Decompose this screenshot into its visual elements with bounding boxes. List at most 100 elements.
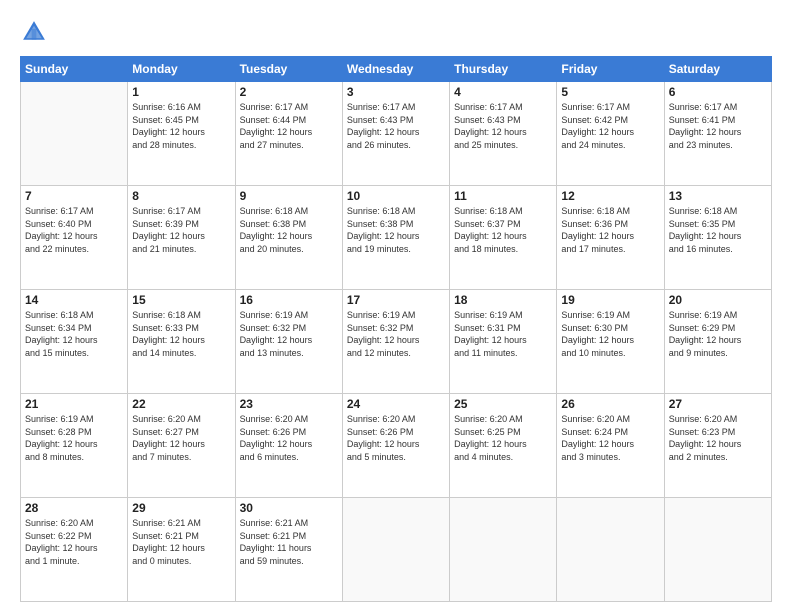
day-info: Sunrise: 6:20 AM Sunset: 6:22 PM Dayligh… [25,517,123,567]
calendar-week-row: 28 Sunrise: 6:20 AM Sunset: 6:22 PM Dayli… [21,498,772,602]
calendar-cell: 13 Sunrise: 6:18 AM Sunset: 6:35 PM Dayli… [664,186,771,290]
calendar-cell [664,498,771,602]
calendar-cell: 30 Sunrise: 6:21 AM Sunset: 6:21 PM Dayli… [235,498,342,602]
day-number: 2 [240,85,338,99]
calendar-weekday-header: Friday [557,57,664,82]
day-info: Sunrise: 6:19 AM Sunset: 6:32 PM Dayligh… [347,309,445,359]
calendar-cell: 2 Sunrise: 6:17 AM Sunset: 6:44 PM Daylig… [235,82,342,186]
day-number: 29 [132,501,230,515]
day-info: Sunrise: 6:20 AM Sunset: 6:26 PM Dayligh… [240,413,338,463]
calendar-week-row: 21 Sunrise: 6:19 AM Sunset: 6:28 PM Dayli… [21,394,772,498]
calendar-cell: 26Sunrise: 6:20 AM Sunset: 6:24 PM Dayli… [557,394,664,498]
calendar-weekday-header: Saturday [664,57,771,82]
day-info: Sunrise: 6:17 AM Sunset: 6:43 PM Dayligh… [454,101,552,151]
day-number: 9 [240,189,338,203]
day-info: Sunrise: 6:17 AM Sunset: 6:41 PM Dayligh… [669,101,767,151]
calendar-cell: 17 Sunrise: 6:19 AM Sunset: 6:32 PM Dayli… [342,290,449,394]
day-number: 15 [132,293,230,307]
logo-icon [20,18,48,46]
day-number: 3 [347,85,445,99]
calendar-cell: 4 Sunrise: 6:17 AM Sunset: 6:43 PM Daylig… [450,82,557,186]
calendar-cell: 3Sunrise: 6:17 AM Sunset: 6:43 PM Daylig… [342,82,449,186]
calendar-cell: 7 Sunrise: 6:17 AM Sunset: 6:40 PM Daylig… [21,186,128,290]
day-number: 20 [669,293,767,307]
calendar-cell: 29 Sunrise: 6:21 AM Sunset: 6:21 PM Dayli… [128,498,235,602]
day-number: 25 [454,397,552,411]
page: SundayMondayTuesdayWednesdayThursdayFrid… [0,0,792,612]
calendar-cell [557,498,664,602]
day-info: Sunrise: 6:21 AM Sunset: 6:21 PM Dayligh… [132,517,230,567]
day-number: 28 [25,501,123,515]
calendar: SundayMondayTuesdayWednesdayThursdayFrid… [20,56,772,602]
day-info: Sunrise: 6:19 AM Sunset: 6:29 PM Dayligh… [669,309,767,359]
day-info: Sunrise: 6:20 AM Sunset: 6:27 PM Dayligh… [132,413,230,463]
day-info: Sunrise: 6:19 AM Sunset: 6:32 PM Dayligh… [240,309,338,359]
day-number: 30 [240,501,338,515]
calendar-cell: 12 Sunrise: 6:18 AM Sunset: 6:36 PM Dayli… [557,186,664,290]
day-number: 5 [561,85,659,99]
day-info: Sunrise: 6:20 AM Sunset: 6:25 PM Dayligh… [454,413,552,463]
day-number: 12 [561,189,659,203]
day-number: 7 [25,189,123,203]
day-info: Sunrise: 6:19 AM Sunset: 6:28 PM Dayligh… [25,413,123,463]
day-info: Sunrise: 6:18 AM Sunset: 6:33 PM Dayligh… [132,309,230,359]
day-info: Sunrise: 6:17 AM Sunset: 6:40 PM Dayligh… [25,205,123,255]
day-number: 10 [347,189,445,203]
calendar-weekday-header: Thursday [450,57,557,82]
calendar-header-row: SundayMondayTuesdayWednesdayThursdayFrid… [21,57,772,82]
day-info: Sunrise: 6:16 AM Sunset: 6:45 PM Dayligh… [132,101,230,151]
day-number: 8 [132,189,230,203]
day-number: 21 [25,397,123,411]
day-number: 19 [561,293,659,307]
calendar-weekday-header: Tuesday [235,57,342,82]
calendar-cell: 18Sunrise: 6:19 AM Sunset: 6:31 PM Dayli… [450,290,557,394]
day-info: Sunrise: 6:18 AM Sunset: 6:37 PM Dayligh… [454,205,552,255]
calendar-weekday-header: Monday [128,57,235,82]
calendar-cell: 21 Sunrise: 6:19 AM Sunset: 6:28 PM Dayli… [21,394,128,498]
calendar-weekday-header: Sunday [21,57,128,82]
calendar-week-row: 7 Sunrise: 6:17 AM Sunset: 6:40 PM Daylig… [21,186,772,290]
calendar-week-row: 14Sunrise: 6:18 AM Sunset: 6:34 PM Dayli… [21,290,772,394]
calendar-cell: 8 Sunrise: 6:17 AM Sunset: 6:39 PM Daylig… [128,186,235,290]
day-number: 17 [347,293,445,307]
day-number: 16 [240,293,338,307]
day-number: 13 [669,189,767,203]
day-info: Sunrise: 6:20 AM Sunset: 6:23 PM Dayligh… [669,413,767,463]
day-info: Sunrise: 6:17 AM Sunset: 6:44 PM Dayligh… [240,101,338,151]
calendar-cell: 19 Sunrise: 6:19 AM Sunset: 6:30 PM Dayli… [557,290,664,394]
calendar-cell: 23Sunrise: 6:20 AM Sunset: 6:26 PM Dayli… [235,394,342,498]
day-info: Sunrise: 6:18 AM Sunset: 6:35 PM Dayligh… [669,205,767,255]
calendar-week-row: 1 Sunrise: 6:16 AM Sunset: 6:45 PM Daylig… [21,82,772,186]
calendar-weekday-header: Wednesday [342,57,449,82]
day-info: Sunrise: 6:18 AM Sunset: 6:36 PM Dayligh… [561,205,659,255]
day-number: 11 [454,189,552,203]
day-info: Sunrise: 6:19 AM Sunset: 6:31 PM Dayligh… [454,309,552,359]
calendar-cell: 27 Sunrise: 6:20 AM Sunset: 6:23 PM Dayli… [664,394,771,498]
calendar-cell: 16 Sunrise: 6:19 AM Sunset: 6:32 PM Dayli… [235,290,342,394]
day-number: 4 [454,85,552,99]
calendar-cell: 20 Sunrise: 6:19 AM Sunset: 6:29 PM Dayli… [664,290,771,394]
calendar-cell: 15 Sunrise: 6:18 AM Sunset: 6:33 PM Dayli… [128,290,235,394]
calendar-cell [21,82,128,186]
day-number: 27 [669,397,767,411]
day-info: Sunrise: 6:17 AM Sunset: 6:39 PM Dayligh… [132,205,230,255]
day-info: Sunrise: 6:18 AM Sunset: 6:38 PM Dayligh… [347,205,445,255]
calendar-cell [342,498,449,602]
calendar-cell: 11 Sunrise: 6:18 AM Sunset: 6:37 PM Dayli… [450,186,557,290]
day-number: 6 [669,85,767,99]
day-number: 24 [347,397,445,411]
day-info: Sunrise: 6:17 AM Sunset: 6:42 PM Dayligh… [561,101,659,151]
day-number: 26 [561,397,659,411]
calendar-cell: 24 Sunrise: 6:20 AM Sunset: 6:26 PM Dayli… [342,394,449,498]
calendar-cell: 9Sunrise: 6:18 AM Sunset: 6:38 PM Daylig… [235,186,342,290]
day-number: 1 [132,85,230,99]
day-info: Sunrise: 6:21 AM Sunset: 6:21 PM Dayligh… [240,517,338,567]
calendar-cell [450,498,557,602]
calendar-cell: 6 Sunrise: 6:17 AM Sunset: 6:41 PM Daylig… [664,82,771,186]
calendar-cell: 22Sunrise: 6:20 AM Sunset: 6:27 PM Dayli… [128,394,235,498]
day-info: Sunrise: 6:19 AM Sunset: 6:30 PM Dayligh… [561,309,659,359]
day-info: Sunrise: 6:20 AM Sunset: 6:26 PM Dayligh… [347,413,445,463]
calendar-cell: 25 Sunrise: 6:20 AM Sunset: 6:25 PM Dayli… [450,394,557,498]
calendar-cell: 10 Sunrise: 6:18 AM Sunset: 6:38 PM Dayli… [342,186,449,290]
calendar-cell: 5 Sunrise: 6:17 AM Sunset: 6:42 PM Daylig… [557,82,664,186]
